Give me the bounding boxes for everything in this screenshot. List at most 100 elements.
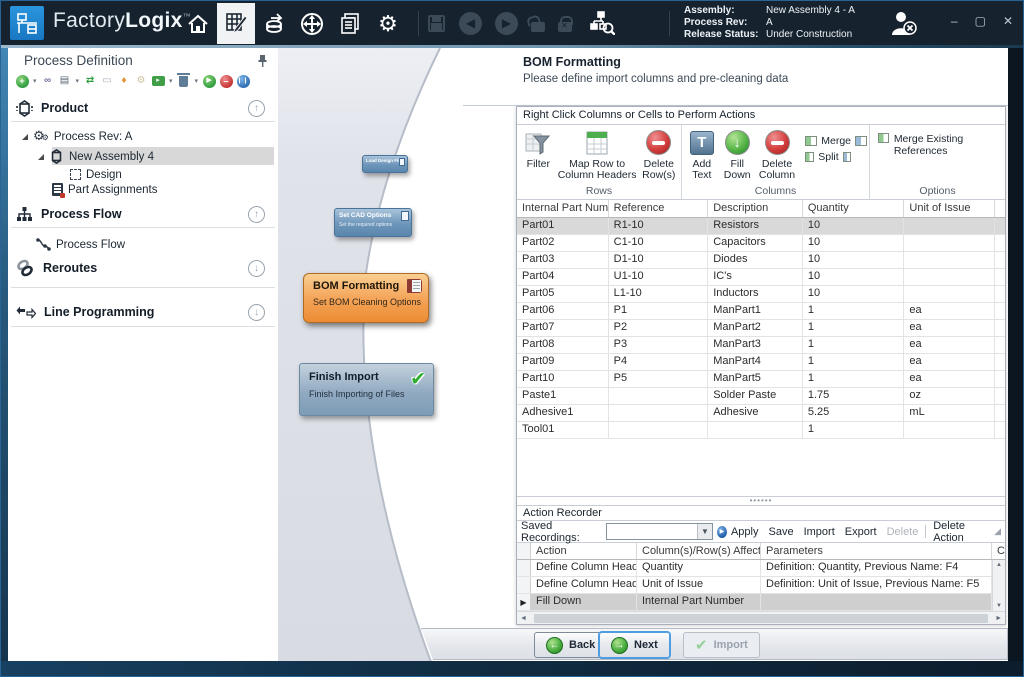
table-row[interactable]: Part02 C1-10 Capacitors 10	[517, 235, 1005, 252]
print-dropdown-icon[interactable]: ▾	[76, 77, 80, 85]
options-gear-button[interactable]: ⚙	[134, 74, 148, 88]
scroll-up-icon[interactable]: ▲	[996, 562, 1002, 568]
logout-user-button[interactable]	[889, 9, 919, 42]
saved-recordings-select[interactable]: ▼	[606, 523, 713, 540]
step-load-design-files[interactable]: Load Design Files	[362, 155, 408, 173]
export-recording-button[interactable]: Export	[842, 526, 880, 538]
column-header[interactable]: Parameters	[761, 543, 992, 559]
print-button[interactable]: ▤	[58, 74, 72, 88]
cleanup-button[interactable]: ♦	[117, 74, 131, 88]
table-row[interactable]: Tool01 1	[517, 422, 1005, 439]
column-header[interactable]: Quantity	[803, 200, 905, 217]
lock-release-icon[interactable]: ✕	[558, 22, 572, 32]
expander-icon[interactable]	[38, 154, 44, 160]
table-row[interactable]: ▶ Fill Down Internal Part Number	[517, 594, 1005, 611]
table-row[interactable]: Part08 P3 ManPart3 1 ea	[517, 337, 1005, 354]
column-header[interactable]: Column(s)/Row(s) Affected	[637, 543, 761, 559]
chevron-down-icon[interactable]: ▼	[697, 524, 712, 539]
delete-items-button[interactable]	[177, 74, 191, 88]
delete-dropdown-icon[interactable]: ▾	[195, 77, 199, 85]
home-button[interactable]	[179, 3, 217, 44]
start-button[interactable]: ▶	[202, 74, 216, 88]
materials-button[interactable]	[255, 3, 293, 44]
row-selector[interactable]: ▶	[517, 560, 531, 576]
delete-action-button[interactable]: Delete Action	[930, 520, 990, 544]
step-finish-import[interactable]: Finish Import Finish Importing of Files …	[299, 363, 434, 416]
table-row[interactable]: Part09 P4 ManPart4 1 ea	[517, 354, 1005, 371]
add-text-button[interactable]: T Add Text	[686, 129, 718, 181]
apply-button[interactable]: Apply	[731, 526, 762, 538]
split-alt-icon[interactable]	[843, 152, 851, 162]
pause-button[interactable]: ❙❙	[236, 74, 250, 88]
tree-item-process-rev[interactable]: ⚙⚙ Process Rev: A	[22, 128, 132, 145]
transfer-button[interactable]	[293, 3, 331, 44]
forward-icon[interactable]: ▶	[495, 12, 518, 35]
presentation-button[interactable]: ▭	[100, 74, 114, 88]
splitter-grip[interactable]: ••••••	[517, 497, 1005, 505]
assembly-explorer-icon[interactable]	[589, 11, 615, 35]
split-button[interactable]: Split	[805, 151, 867, 163]
find-button[interactable]: ∞	[41, 74, 55, 88]
delete-rows-button[interactable]: Delete Row(s)	[639, 129, 679, 181]
back-button[interactable]: ← Back	[534, 632, 607, 658]
expander-icon[interactable]	[22, 134, 28, 140]
delete-recording-button[interactable]: Delete	[884, 526, 922, 538]
column-header[interactable]: Description	[708, 200, 803, 217]
export-folder-button[interactable]: ▸	[151, 74, 165, 88]
scroll-left-icon[interactable]: ◄	[517, 615, 530, 622]
documents-button[interactable]	[331, 3, 369, 44]
section-product[interactable]: Product ↑	[8, 98, 278, 118]
section-line-programming[interactable]: Line Programming ↓	[8, 302, 278, 322]
fill-down-button[interactable]: ↓ Fill Down	[720, 129, 755, 181]
table-row[interactable]: Part10 P5 ManPart5 1 ea	[517, 371, 1005, 388]
table-row[interactable]: ▶ Define Column Header Quantity Definiti…	[517, 560, 1005, 577]
merge-alt-icon[interactable]	[855, 136, 867, 146]
section-process-flow[interactable]: Process Flow ↑	[8, 204, 278, 224]
next-button[interactable]: → Next	[599, 632, 670, 658]
minimize-button[interactable]: –	[951, 15, 958, 27]
table-row[interactable]: Part01 R1-10 Resistors 10	[517, 218, 1005, 235]
collapse-process-flow-icon[interactable]: ↑	[248, 206, 265, 223]
save-recording-button[interactable]: Save	[766, 526, 797, 538]
close-button[interactable]: ✕	[1003, 15, 1013, 27]
column-header[interactable]: C	[992, 543, 1005, 559]
column-header[interactable]: Reference	[609, 200, 709, 217]
unlock-icon[interactable]	[531, 22, 545, 32]
settings-button[interactable]: ⚙	[369, 3, 407, 44]
tree-item-part-assignments[interactable]: Part Assignments	[52, 181, 157, 198]
scroll-right-icon[interactable]: ►	[992, 615, 1005, 622]
expand-line-programming-icon[interactable]: ↓	[248, 304, 265, 321]
pin-icon[interactable]	[257, 54, 268, 67]
back-icon[interactable]: ◀	[459, 12, 482, 35]
expand-reroutes-icon[interactable]: ↓	[248, 260, 265, 277]
process-definition-button[interactable]	[217, 3, 255, 44]
export-dropdown-icon[interactable]: ▾	[169, 77, 173, 85]
column-header[interactable]: Action	[531, 543, 637, 559]
add-dropdown-icon[interactable]: ▾	[33, 77, 37, 85]
import-button[interactable]: ✔ Import	[683, 632, 760, 658]
tree-item-new-assembly[interactable]: New Assembly 4	[38, 148, 154, 165]
merge-button[interactable]: Merge	[805, 135, 867, 147]
table-row[interactable]: Part05 L1-10 Inductors 10	[517, 286, 1005, 303]
maximize-button[interactable]: ▢	[975, 15, 986, 27]
tree-item-process-flow[interactable]: Process Flow	[36, 236, 125, 253]
row-selector[interactable]: ▶	[517, 577, 531, 593]
table-row[interactable]: Adhesive1 Adhesive 5.25 mL	[517, 405, 1005, 422]
scrollbar-thumb[interactable]	[534, 614, 988, 623]
delete-column-button[interactable]: Delete Column	[757, 129, 797, 181]
table-row[interactable]: ▶ Define Column Header Unit of Issue Def…	[517, 577, 1005, 594]
step-set-cad-options[interactable]: Set CAD Options Set the required options	[334, 208, 412, 237]
row-selector[interactable]: ▶	[517, 594, 531, 610]
add-button[interactable]: +	[15, 74, 29, 88]
resize-grip-icon[interactable]: ◢	[994, 526, 1001, 537]
map-row-button[interactable]: Map Row to Column Headers	[558, 129, 637, 181]
table-row[interactable]: Part06 P1 ManPart1 1 ea	[517, 303, 1005, 320]
column-header[interactable]: Unit of Issue	[904, 200, 995, 217]
scroll-down-icon[interactable]: ▼	[996, 603, 1002, 609]
table-row[interactable]: Part03 D1-10 Diodes 10	[517, 252, 1005, 269]
save-icon[interactable]	[427, 14, 446, 33]
table-row[interactable]: Part07 P2 ManPart2 1 ea	[517, 320, 1005, 337]
stop-button[interactable]: –	[219, 74, 233, 88]
column-header[interactable]: Internal Part Numb...	[517, 200, 609, 217]
merge-existing-references-button[interactable]: Merge Existing References	[870, 125, 1005, 185]
